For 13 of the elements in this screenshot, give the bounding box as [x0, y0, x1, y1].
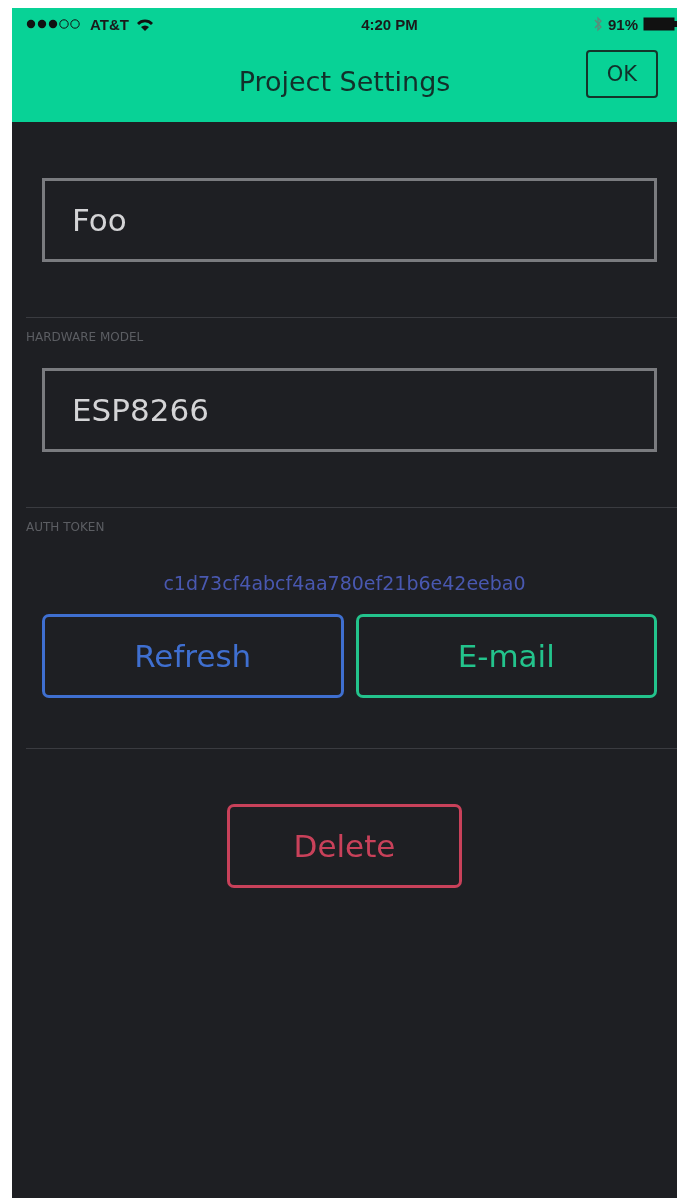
bluetooth-icon	[592, 15, 603, 33]
section-label: HARDWARE MODEL	[26, 330, 145, 344]
battery-icon	[643, 17, 677, 31]
carrier-name: AT&T	[90, 15, 129, 33]
status-time: 4:20 PM	[360, 15, 419, 33]
text-field[interactable]: Foo	[42, 178, 657, 262]
ok-button[interactable]: OK	[586, 50, 658, 98]
battery-percent: 91%	[607, 15, 638, 33]
auth-token: c1d73cf4abcf4aa780ef21b6e42eeba0	[163, 572, 526, 594]
text-field[interactable]: ESP8266	[42, 368, 657, 452]
section-label: AUTH TOKEN	[26, 520, 106, 534]
email-button[interactable]: E-mail	[355, 614, 657, 698]
screen-title: Project Settings	[238, 65, 451, 97]
